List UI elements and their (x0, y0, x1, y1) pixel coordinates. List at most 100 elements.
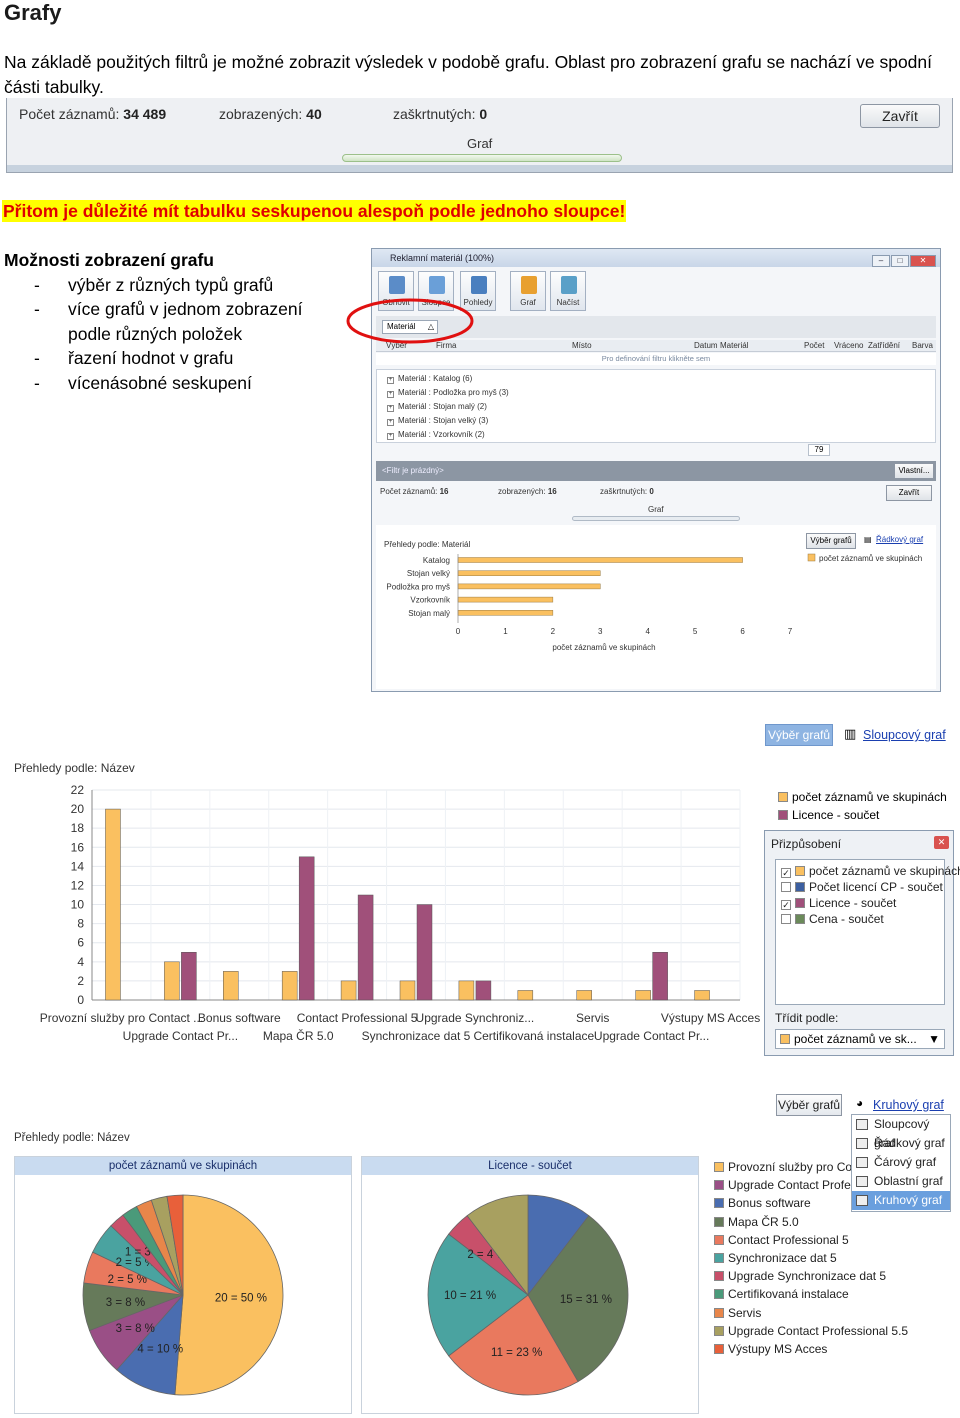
menu-item-row-chart[interactable]: Řádkový graf (852, 1134, 950, 1153)
series-item[interactable]: Cena - součet (781, 912, 884, 926)
close-button[interactable]: Zavřít (860, 104, 940, 128)
legend-label: Upgrade Contact Professional 5.5 (728, 1323, 909, 1338)
category-label: Podložka pro myš (386, 582, 450, 591)
legend-swatch (714, 1271, 724, 1282)
graph-splitter[interactable] (342, 154, 622, 162)
group-row[interactable]: + Materiál : Katalog (6) (387, 374, 472, 384)
legend-label: Provozní služby pro Con (728, 1160, 859, 1174)
column-header[interactable]: Materiál (720, 340, 748, 352)
column-header[interactable]: Místo (572, 340, 592, 352)
toolbar-load-button[interactable]: Načíst (550, 271, 586, 311)
chart-type-link[interactable]: Sloupcový graf (863, 728, 946, 742)
category-label: Katalog (423, 556, 450, 565)
pie-chart-licence: 0 = 0 %15 = 31 %11 = 23 %10 = 21 %2 = 4 … (427, 1194, 629, 1396)
bar (517, 990, 534, 1001)
column-header[interactable]: Počet (804, 340, 824, 352)
group-row[interactable]: + Materiál : Stojan velký (3) (387, 416, 488, 426)
group-rows: + Materiál : Katalog (6) + Materiál : Podl… (376, 369, 936, 443)
column-header[interactable]: Datum (694, 340, 718, 352)
pie-chart-records: 20 = 50 %4 = 10 %3 = 8 %3 = 8 %2 = 5 %2 … (82, 1194, 284, 1396)
column-header[interactable]: Barva (912, 340, 933, 352)
bar (457, 557, 743, 563)
bar (357, 894, 374, 1001)
panel-title: Přizpůsobení (771, 837, 842, 851)
chart-title: Přehledy podle: Materiál (384, 540, 470, 549)
group-row[interactable]: + Materiál : Podložka pro myš (3) (387, 388, 509, 398)
records-value: 34 489 (123, 106, 167, 122)
bar (416, 904, 433, 1001)
y-tick-label: 14 (71, 859, 85, 873)
checkbox[interactable]: ✓ (781, 868, 791, 878)
graph-splitter[interactable] (572, 516, 740, 521)
bar (164, 961, 180, 1001)
minimize-icon[interactable]: – (872, 255, 890, 267)
legend-label: Upgrade Contact Profes (728, 1178, 857, 1193)
legend-item: Synchronizace dat 5 (714, 1251, 837, 1265)
bar (635, 990, 651, 1001)
chevron-down-icon[interactable]: ▼ (928, 1030, 940, 1048)
checkbox[interactable]: ✓ (781, 900, 791, 910)
checkbox[interactable] (781, 914, 791, 924)
own-filter-button[interactable]: Vlastní... (894, 463, 934, 479)
column-header[interactable]: Zatřídění (868, 340, 900, 352)
group-row[interactable]: + Materiál : Stojan malý (2) (387, 402, 487, 412)
legend-swatch (714, 1234, 724, 1245)
pie-title: počet záznamů ve skupinách (15, 1157, 351, 1175)
legend-item: Servis (714, 1306, 761, 1320)
legend-label: Servis (728, 1305, 762, 1320)
category-label: Upgrade Contact Pr... (594, 1029, 709, 1043)
pie-chart-icon (856, 1195, 868, 1206)
legend-swatch (714, 1325, 724, 1336)
option-item: - výběr z různých typů grafů (34, 274, 274, 295)
y-tick-label: 0 (77, 993, 84, 1007)
toolbar-chart-button[interactable]: Graf (510, 271, 546, 311)
x-axis-label: počet záznamů ve skupinách (552, 643, 655, 652)
filter-bar[interactable]: <Filtr je prázdný> (376, 461, 936, 481)
chart-select-button[interactable]: Výběr grafů (776, 1094, 842, 1116)
chart-type-link[interactable]: Kruhový graf (873, 1098, 944, 1112)
sort-title: Třídit podle: (775, 1011, 839, 1025)
checkbox[interactable] (781, 882, 791, 892)
bar (223, 971, 239, 1001)
checked-value: 0 (649, 487, 654, 496)
sort-select[interactable]: počet záznamů ve sk... ▼ (775, 1029, 945, 1049)
legend-item: Upgrade Synchronizace dat 5 (714, 1269, 886, 1283)
x-tick-label: 4 (645, 627, 650, 636)
warning-text: Přitom je důležité mít tabulku seskupeno… (2, 200, 627, 222)
bar-chart-screenshot: Výběr grafů ▥ Sloupcový graf Přehledy po… (6, 720, 960, 1056)
menu-item-area-chart[interactable]: Oblastní graf (852, 1172, 950, 1191)
records-label: Počet záznamů: (380, 487, 438, 496)
legend-swatch (714, 1162, 724, 1172)
column-header[interactable]: Vráceno (834, 340, 864, 352)
bar (105, 808, 121, 1001)
category-label: Stojan malý (408, 609, 450, 618)
close-button[interactable]: Zavřít (886, 485, 932, 501)
maximize-icon[interactable]: □ (891, 255, 909, 267)
close-icon[interactable]: ✕ (910, 255, 936, 267)
bar (694, 990, 710, 1001)
category-label: Výstupy MS Acces (661, 1011, 760, 1025)
option-item: - více grafů v jednom zobrazení podle růz… (34, 299, 303, 344)
legend-item: Výstupy MS Acces (714, 1342, 827, 1356)
chart-select-button[interactable]: Výběr grafů (765, 724, 833, 746)
row-count: 79 (808, 444, 830, 456)
series-swatch (795, 866, 805, 876)
filter-hint[interactable]: Pro definování filtru klikněte sem (376, 353, 936, 365)
x-tick-label: 5 (693, 627, 698, 636)
legend-swatch (714, 1307, 724, 1318)
menu-item-pie-chart[interactable]: Kruhový graf (852, 1191, 950, 1210)
bar (298, 856, 315, 1001)
series-item[interactable]: Počet licencí CP - součet (781, 880, 943, 894)
menu-item-column-chart[interactable]: Sloupcový graf (852, 1115, 950, 1150)
series-item[interactable]: ✓ počet záznamů ve skupinách (781, 864, 960, 878)
menu-item-line-chart[interactable]: Čárový graf (852, 1153, 950, 1172)
series-item[interactable]: ✓ Licence - součet (781, 896, 896, 910)
legend-label: Certifikovaná instalace (728, 1287, 849, 1302)
group-row[interactable]: + Materiál : Vzorkovník (2) (387, 430, 485, 440)
page-heading: Grafy (4, 0, 62, 25)
legend-item: Upgrade Contact Professional 5.5 (714, 1324, 908, 1338)
customize-panel: Přizpůsobení ✕ ✓ počet záznamů ve skupiná… (764, 830, 960, 1056)
close-icon[interactable]: ✕ (934, 836, 949, 849)
bar (458, 980, 475, 1001)
legend-item: Contact Professional 5 (714, 1233, 849, 1247)
